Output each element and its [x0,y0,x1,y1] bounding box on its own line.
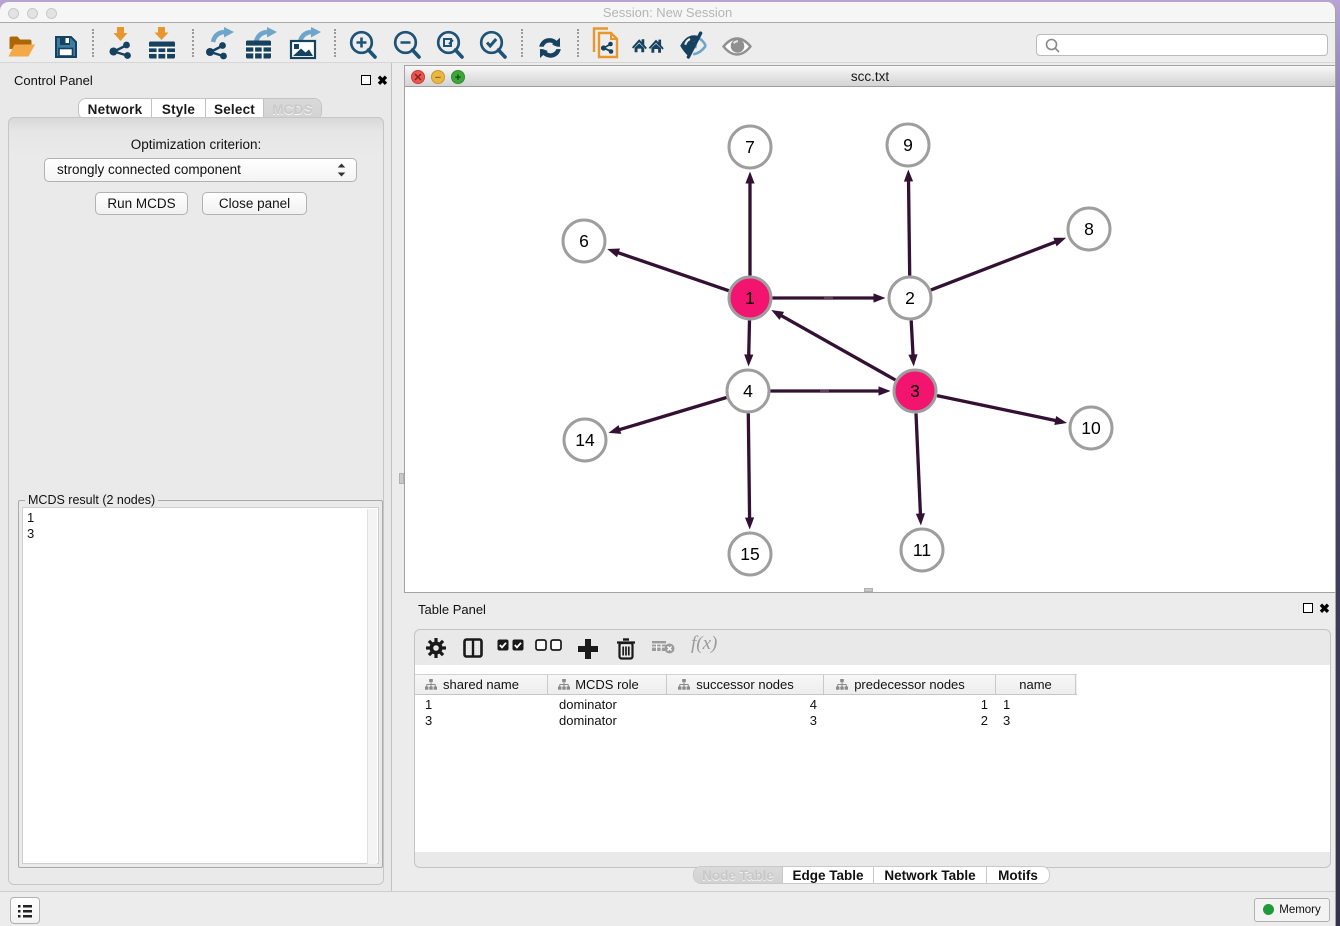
svg-text:14: 14 [575,430,595,450]
svg-text:9: 9 [903,135,913,155]
svg-text:6: 6 [579,231,589,251]
svg-text:15: 15 [740,544,759,564]
svg-text:1: 1 [745,288,755,308]
svg-text:2: 2 [905,288,915,308]
svg-text:11: 11 [913,540,931,560]
svg-text:8: 8 [1084,219,1094,239]
svg-text:7: 7 [745,137,755,157]
svg-text:10: 10 [1081,418,1101,438]
svg-text:4: 4 [743,381,753,401]
svg-text:3: 3 [910,381,920,401]
